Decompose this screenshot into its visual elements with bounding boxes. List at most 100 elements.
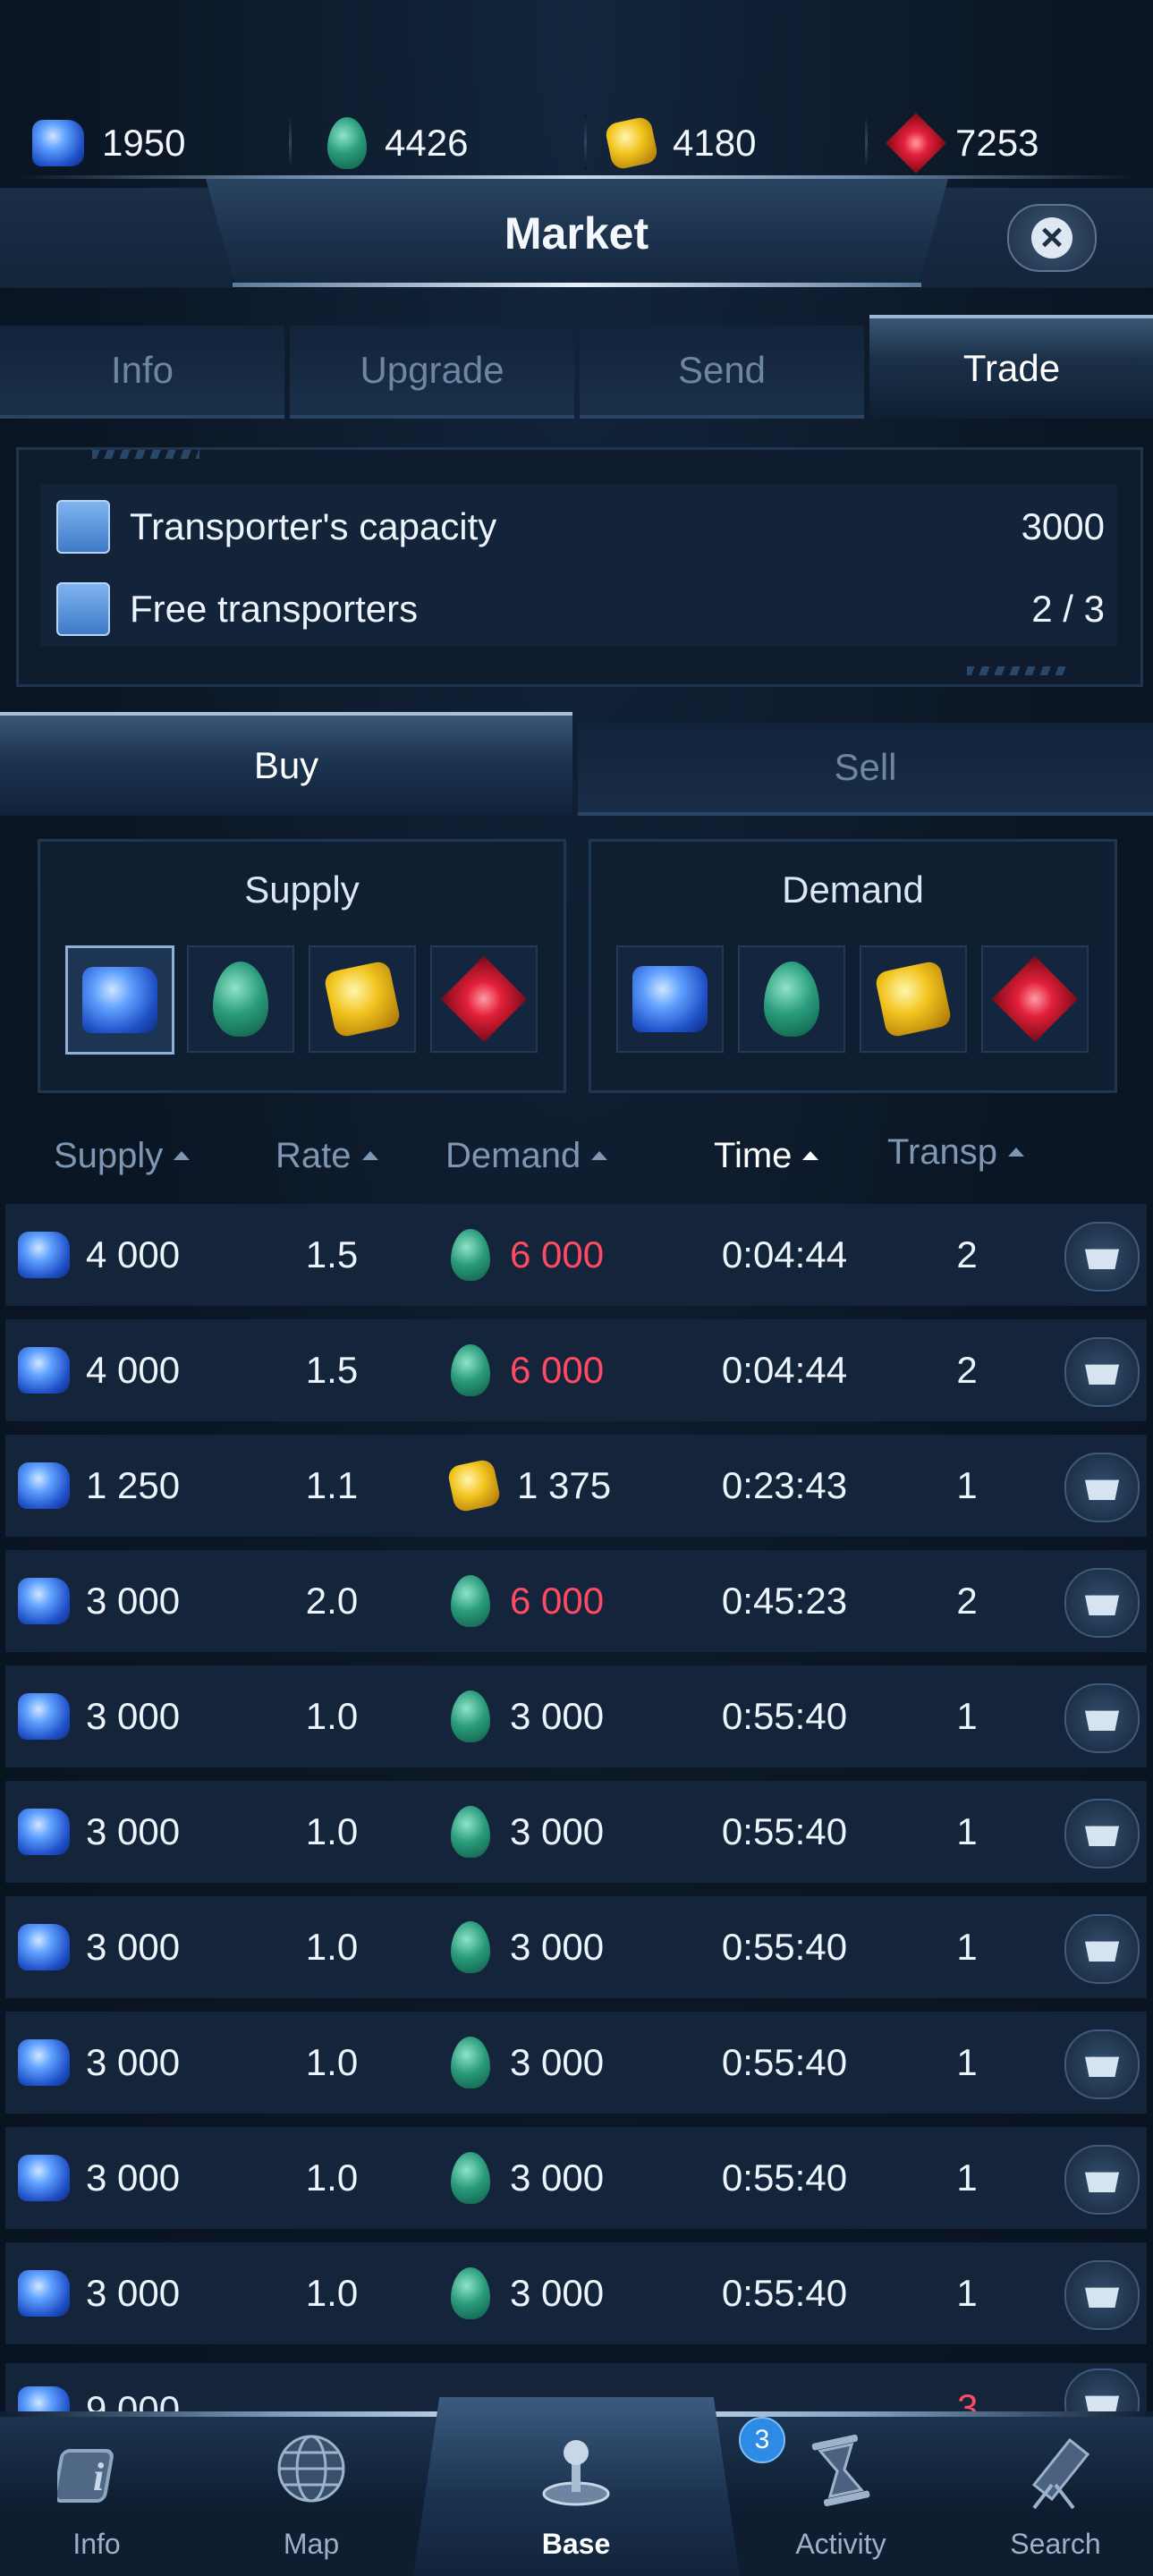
buy-button[interactable] xyxy=(1064,1222,1140,1292)
rate-value: 1.0 xyxy=(305,1810,359,1852)
table-row: 3 000 2.0 6 000 0:45:23 2 xyxy=(5,1550,1147,1652)
demand-amount: 3 000 xyxy=(510,2041,605,2083)
table-row: 1 250 1.1 1 375 0:23:43 1 xyxy=(5,1435,1147,1537)
supply-amount: 4 000 xyxy=(86,1349,181,1391)
resource-value: 7253 xyxy=(955,122,1039,164)
tab-upgrade[interactable]: Upgrade xyxy=(290,326,574,419)
time-value: 0:55:40 xyxy=(721,1810,848,1852)
demand-filter-title: Demand xyxy=(782,869,924,911)
transporter-icon xyxy=(56,582,110,636)
time-value: 0:55:40 xyxy=(721,2041,848,2083)
transporters-value: 1 xyxy=(956,2041,978,2083)
blue-crystal-icon xyxy=(18,1693,70,1740)
basket-icon xyxy=(1085,1364,1119,1385)
buy-button[interactable] xyxy=(1064,1568,1140,1638)
rate-value: 1.1 xyxy=(305,1464,359,1506)
table-row: 3 000 1.0 3 000 0:55:40 1 xyxy=(5,1781,1147,1883)
buy-button[interactable] xyxy=(1064,2029,1140,2099)
column-header-time[interactable]: Time xyxy=(714,1129,819,1182)
gold-nugget-icon xyxy=(604,115,659,171)
demand-filter-red-gem[interactable] xyxy=(981,945,1089,1053)
demand-amount: 1 375 xyxy=(517,1464,612,1506)
gold-nugget-icon xyxy=(323,960,402,1038)
tab-sell[interactable]: Sell xyxy=(578,723,1153,816)
time-value: 0:55:40 xyxy=(721,1695,848,1737)
supply-filter-gold[interactable] xyxy=(309,945,416,1053)
nav-map[interactable]: Map xyxy=(222,2428,401,2571)
green-gem-icon xyxy=(451,1806,490,1858)
buy-button[interactable] xyxy=(1064,2145,1140,2215)
tab-info[interactable]: Info xyxy=(0,326,284,419)
basket-icon xyxy=(1085,2287,1119,2308)
demand-filter-gold[interactable] xyxy=(860,945,967,1053)
buy-button[interactable] xyxy=(1064,1453,1140,1522)
blue-crystal-icon xyxy=(18,1809,70,1855)
buy-button[interactable] xyxy=(1064,1337,1140,1407)
buy-button[interactable] xyxy=(1064,1683,1140,1753)
resource-red-gem: 7253 xyxy=(886,98,1127,188)
building-tabs: Info Upgrade Send Trade xyxy=(0,315,1153,419)
time-value: 0:55:40 xyxy=(721,1926,848,1968)
trade-mode-tabs: Buy Sell xyxy=(0,712,1153,816)
rate-value: 1.0 xyxy=(305,1695,359,1737)
rate-value: 2.0 xyxy=(305,1580,359,1622)
column-header-rate[interactable]: Rate xyxy=(276,1129,378,1182)
table-row: 4 000 1.5 6 000 0:04:44 2 xyxy=(5,1319,1147,1421)
blue-crystal-icon xyxy=(18,1232,70,1278)
nav-info[interactable]: i Info xyxy=(7,2428,186,2571)
supply-filter-red-gem[interactable] xyxy=(430,945,538,1053)
transporters-value: 1 xyxy=(956,2157,978,2199)
column-header-demand[interactable]: Demand xyxy=(445,1129,608,1182)
blue-crystal-icon xyxy=(632,966,708,1032)
blue-crystal-icon xyxy=(18,1347,70,1394)
demand-filter-panel: Demand xyxy=(589,839,1117,1093)
demand-filter-green-gem[interactable] xyxy=(738,945,845,1053)
demand-amount: 3 000 xyxy=(510,1695,605,1737)
demand-amount: 6 000 xyxy=(510,1349,605,1391)
table-row: 4 000 1.5 6 000 0:04:44 2 xyxy=(5,1204,1147,1306)
bottom-navigation: i Info Map Base Activity Search xyxy=(0,2397,1153,2576)
sort-up-icon xyxy=(591,1151,608,1160)
buy-button[interactable] xyxy=(1064,2260,1140,2330)
rate-value: 1.0 xyxy=(305,2272,359,2314)
free-transporters-row: Free transporters 2 / 3 xyxy=(40,573,1117,645)
resource-green-gem: 4426 xyxy=(327,98,587,188)
blue-crystal-icon xyxy=(32,120,84,166)
tab-trade[interactable]: Trade xyxy=(869,315,1153,419)
supply-amount: 3 000 xyxy=(86,1926,181,1968)
blue-crystal-icon xyxy=(18,2270,70,2317)
transporters-value: 1 xyxy=(956,1810,978,1852)
hourglass-icon xyxy=(811,2434,870,2507)
transporters-value: 2 xyxy=(956,1349,978,1391)
close-button[interactable]: × xyxy=(1007,204,1097,272)
demand-amount: 3 000 xyxy=(510,2272,605,2314)
basket-icon xyxy=(1085,1595,1119,1615)
time-value: 0:04:44 xyxy=(721,1349,848,1391)
supply-filter-blue-crystal[interactable] xyxy=(65,945,174,1055)
time-value: 0:55:40 xyxy=(721,2157,848,2199)
sort-up-icon xyxy=(174,1151,191,1160)
page-title: Market xyxy=(504,208,649,258)
table-row: 3 000 1.0 3 000 0:55:40 1 xyxy=(5,2242,1147,2344)
time-value: 0:55:40 xyxy=(721,2272,848,2314)
basket-icon xyxy=(1085,1479,1119,1500)
supply-filter-green-gem[interactable] xyxy=(187,945,294,1053)
green-gem-icon xyxy=(451,1575,490,1627)
column-header-supply[interactable]: Supply xyxy=(54,1129,191,1182)
basket-icon xyxy=(1085,1826,1119,1846)
demand-filter-blue-crystal[interactable] xyxy=(616,945,724,1053)
rate-value: 1.5 xyxy=(305,1233,359,1275)
nav-search[interactable]: Search xyxy=(966,2428,1145,2571)
buy-button[interactable] xyxy=(1064,1914,1140,1984)
rate-value: 1.0 xyxy=(305,2157,359,2199)
buy-button[interactable] xyxy=(1064,1799,1140,1868)
column-header-transp[interactable]: Transp xyxy=(887,1125,1025,1179)
nav-base[interactable]: Base xyxy=(487,2428,666,2571)
tab-buy[interactable]: Buy xyxy=(0,712,572,816)
red-gem-icon xyxy=(440,955,528,1043)
green-gem-icon xyxy=(327,117,367,169)
globe-icon xyxy=(277,2435,345,2503)
resource-blue-crystal: 1950 xyxy=(32,98,292,188)
tab-send[interactable]: Send xyxy=(580,326,864,419)
blue-crystal-icon xyxy=(18,1462,70,1509)
